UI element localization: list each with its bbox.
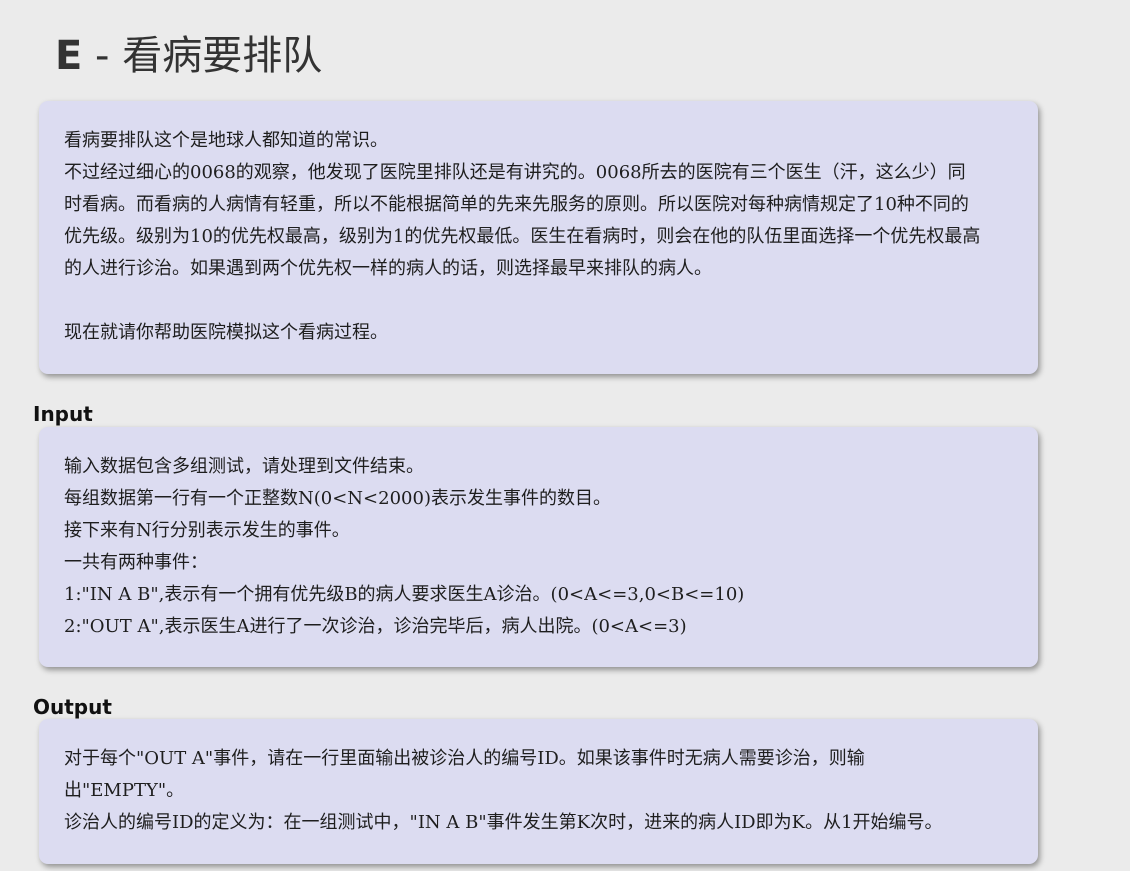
problem-name: 看病要排队 — [122, 33, 323, 79]
input-line: 接下来有N行分别表示发生的事件。 — [64, 520, 350, 541]
output-panel: 对于每个"OUT A"事件，请在一行里面输出被诊治人的编号ID。如果该事件时无病… — [39, 719, 1038, 864]
description-panel: 看病要排队这个是地球人都知道的常识。 不过经过细心的0068的观察，他发现了医院… — [39, 101, 1038, 374]
input-line: 1:"IN A B",表示有一个拥有优先级B的病人要求医生A诊治。(0<A<=3… — [64, 584, 745, 605]
input-line: 每组数据第一行有一个正整数N(0<N<2000)表示发生事件的数目。 — [64, 488, 611, 509]
input-line: 一共有两种事件： — [64, 552, 208, 573]
description-line: 不过经过细心的0068的观察，他发现了医院里排队还是有讲究的。0068所去的医院… — [64, 162, 966, 183]
output-line: 诊治人的编号ID的定义为：在一组测试中，"IN A B"事件发生第K次时，进来的… — [64, 812, 943, 833]
description-line: 优先级。级别为10的优先权最高，级别为1的优先权最低。医生在看病时，则会在他的队… — [64, 226, 981, 247]
input-panel: 输入数据包含多组测试，请处理到文件结束。 每组数据第一行有一个正整数N(0<N<… — [39, 427, 1038, 667]
description-line: 时看病。而看病的人病情有轻重，所以不能根据简单的先来先服务的原则。所以医院对每种… — [64, 194, 969, 215]
input-line: 输入数据包含多组测试，请处理到文件结束。 — [64, 456, 424, 477]
problem-letter: E — [55, 33, 83, 79]
output-heading: Output — [33, 695, 112, 719]
problem-title: E - 看病要排队 — [55, 28, 322, 84]
description-line: 的人进行诊治。如果遇到两个优先权一样的病人的话，则选择最早来排队的病人。 — [64, 258, 712, 279]
description-line: 现在就请你帮助医院模拟这个看病过程。 — [64, 322, 388, 343]
output-line: 对于每个"OUT A"事件，请在一行里面输出被诊治人的编号ID。如果该事件时无病… — [64, 748, 865, 769]
description-line: 看病要排队这个是地球人都知道的常识。 — [64, 130, 388, 151]
title-separator: - — [82, 33, 123, 79]
input-heading: Input — [33, 402, 93, 426]
input-line: 2:"OUT A",表示医生A进行了一次诊治，诊治完毕后，病人出院。(0<A<=… — [64, 616, 687, 637]
output-line: 出"EMPTY"。 — [64, 780, 185, 801]
